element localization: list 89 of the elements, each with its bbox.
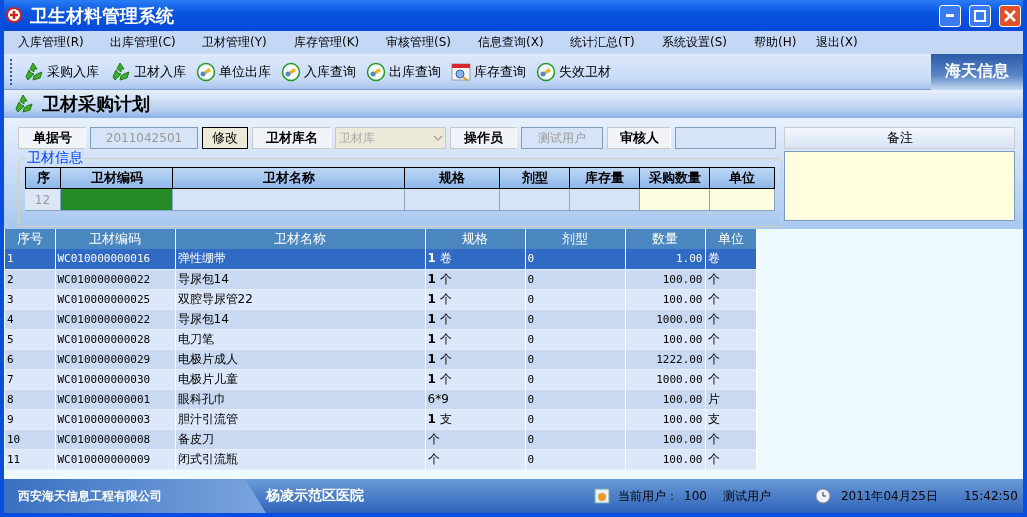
maximize-icon <box>974 9 986 22</box>
toolbar-button[interactable]: 出库查询 <box>362 61 445 82</box>
toolbar-button[interactable]: 卫材入库 <box>105 60 190 83</box>
field-label: 卫材库名 <box>252 127 331 149</box>
entry-cell[interactable] <box>61 189 173 211</box>
user-name: 测试用户 <box>722 487 771 505</box>
toolbar-button[interactable]: 采购入库 <box>18 60 103 83</box>
hospital-name: 杨凌示范区医院 <box>266 487 364 505</box>
table-cell: 8 <box>5 389 55 409</box>
table-cell: 2 <box>5 269 55 289</box>
column-header: 采购数量 <box>640 167 710 189</box>
recycle-icon <box>109 60 131 83</box>
menu-item[interactable]: 出库管理(C) <box>110 34 202 51</box>
menu-item[interactable]: 退出(X) <box>816 34 876 51</box>
table-cell: 卷 <box>705 249 756 269</box>
column-header: 单位 <box>710 167 775 189</box>
remark-label: 备注 <box>784 127 1015 149</box>
entry-cell[interactable] <box>710 189 775 211</box>
field-label: 审核人 <box>607 127 671 149</box>
table-cell: 7 <box>5 369 55 389</box>
entry-cell[interactable] <box>500 189 570 211</box>
column-header: 卫材编码 <box>55 229 175 249</box>
table-cell: 11 <box>5 449 55 469</box>
status-time: 15:42:50 <box>964 489 1018 503</box>
table-cell: 3 <box>5 289 55 309</box>
recycle-icon <box>22 60 44 83</box>
edit-button[interactable]: 修改 <box>202 127 248 149</box>
column-header: 规格 <box>405 167 500 189</box>
app-icon <box>6 6 24 25</box>
menu-item[interactable]: 统计汇总(T) <box>570 34 662 51</box>
close-icon <box>1004 9 1016 22</box>
calendar-search-icon <box>451 61 471 82</box>
column-header: 剂型 <box>500 167 570 189</box>
table-cell: WC010000000016 <box>55 249 175 269</box>
user-label: 当前用户： <box>618 487 678 505</box>
section-title: 卫材采购计划 <box>42 92 150 116</box>
group-title: 卫材信息 <box>26 149 84 167</box>
status-date: 2011年04月25日 <box>840 487 938 505</box>
menu-item[interactable]: 入库管理(R) <box>18 34 110 51</box>
menu-item[interactable]: 系统设置(S) <box>662 34 754 51</box>
table-cell: 1.00 <box>625 249 705 269</box>
table-cell: 5 <box>5 329 55 349</box>
menu-item[interactable]: 库存管理(K) <box>294 34 386 51</box>
column-header: 卫材编码 <box>61 167 173 189</box>
table-cell: 1 卷 <box>425 249 525 269</box>
column-header: 库存量 <box>570 167 640 189</box>
table-cell: 弹性绷带 <box>175 249 425 269</box>
table-cell: 1 <box>5 249 55 269</box>
toolbar-button[interactable]: 单位出库 <box>192 61 275 82</box>
user-id: 100 <box>684 489 707 503</box>
minimize-icon <box>946 14 954 17</box>
brand-logo: 海天信息 <box>931 53 1023 90</box>
column-header: 单位 <box>705 229 756 249</box>
user-icon <box>594 488 610 504</box>
toolbar-button[interactable]: 失效卫材 <box>532 61 615 82</box>
menu-item[interactable]: 审核管理(S) <box>386 34 478 51</box>
window-title: 卫生材料管理系统 <box>30 3 175 28</box>
table-cell: 10 <box>5 429 55 449</box>
recycle-icon <box>12 93 34 115</box>
entry-cell[interactable] <box>405 189 500 211</box>
entry-cell[interactable] <box>640 189 710 211</box>
minimize-button[interactable] <box>939 4 961 27</box>
toolbar-button[interactable]: 入库查询 <box>277 61 360 82</box>
auditor-field[interactable] <box>675 127 776 149</box>
table-cell: 4 <box>5 309 55 329</box>
field-label: 操作员 <box>450 127 517 149</box>
remark-field[interactable] <box>784 151 1015 221</box>
menu-item[interactable]: 卫材管理(Y) <box>202 34 294 51</box>
table-cell: 9 <box>5 409 55 429</box>
table-cell: 0 <box>525 249 625 269</box>
maximize-button[interactable] <box>969 4 991 27</box>
menu-item[interactable]: 信息查询(X) <box>478 34 570 51</box>
toolbar-button[interactable]: 库存查询 <box>447 61 530 82</box>
table-cell: 6 <box>5 349 55 369</box>
entry-cell[interactable] <box>570 189 640 211</box>
column-header: 卫材名称 <box>175 229 425 249</box>
clock-icon <box>814 488 831 504</box>
field-label: 单据号 <box>18 127 86 149</box>
column-header: 数量 <box>625 229 705 249</box>
menu-item[interactable]: 帮助(H) <box>754 34 816 51</box>
column-header: 序号 <box>5 229 55 249</box>
column-header: 剂型 <box>525 229 625 249</box>
column-header: 规格 <box>425 229 525 249</box>
column-header: 卫材名称 <box>173 167 405 189</box>
column-header: 序 <box>25 167 61 189</box>
company-name: 西安海天信息工程有限公司 <box>4 479 266 513</box>
close-button[interactable] <box>999 4 1021 27</box>
row-number-cell: 12 <box>25 189 61 211</box>
entry-cell[interactable] <box>173 189 405 211</box>
